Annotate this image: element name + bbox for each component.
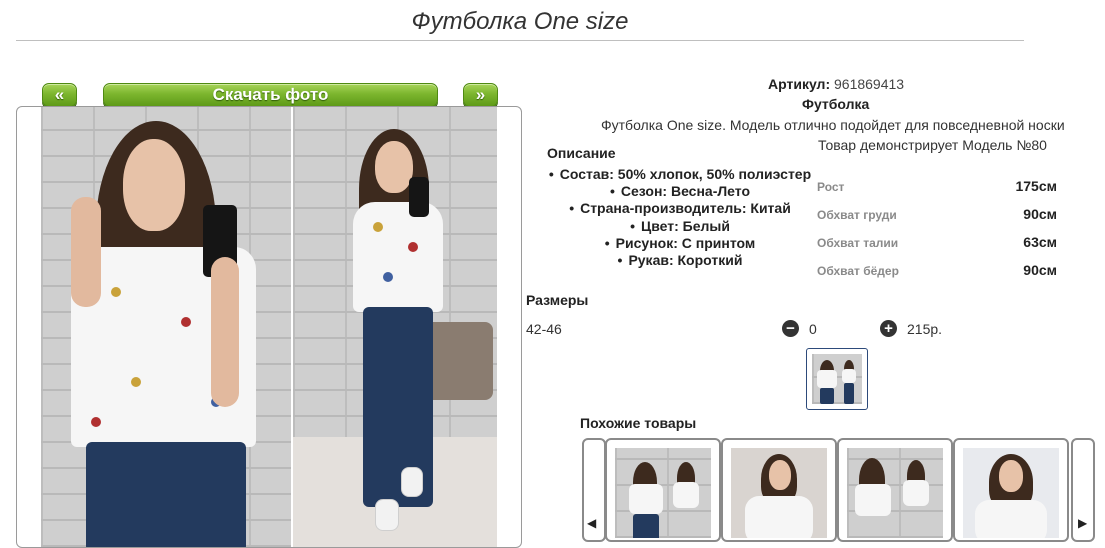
feature-item: Страна-производитель: Китай	[540, 200, 820, 217]
skip-forward-icon: ▶	[1078, 516, 1088, 530]
feature-item: Цвет: Белый	[540, 218, 820, 235]
page-title: Футболка One size	[411, 8, 629, 35]
measurement-value: 175см	[1015, 178, 1057, 194]
download-photo-button[interactable]: Скачать фото	[103, 83, 438, 107]
measurement-row: Обхват бёдер 90см	[817, 260, 1057, 288]
measurement-row: Обхват груди 90см	[817, 204, 1057, 232]
measurement-value: 63см	[1023, 234, 1057, 250]
measurement-label: Обхват бёдер	[817, 264, 899, 278]
feature-item: Сезон: Весна-Лето	[540, 183, 820, 200]
similar-product-card[interactable]	[837, 438, 953, 542]
skip-back-icon: ◀	[587, 516, 597, 530]
similar-products-heading: Похожие товары	[580, 415, 697, 431]
measurement-value: 90см	[1023, 262, 1057, 278]
product-description: Футболка One size. Модель отлично подойд…	[601, 117, 1065, 133]
feature-item: Состав: 50% хлопок, 50% полиэстер	[540, 166, 820, 183]
article-label: Артикул:	[768, 76, 831, 92]
description-heading: Описание	[547, 145, 616, 161]
similar-product-card[interactable]	[605, 438, 721, 542]
plus-circle-icon[interactable]: +	[880, 320, 897, 337]
feature-list: Состав: 50% хлопок, 50% полиэстер Сезон:…	[540, 166, 820, 269]
product-photo-full[interactable]	[293, 107, 497, 547]
measurement-row: Обхват талии 63см	[817, 232, 1057, 260]
sizes-heading: Размеры	[526, 292, 589, 308]
similar-product-card[interactable]	[953, 438, 1069, 542]
product-photo-frame	[16, 106, 522, 548]
model-note: Товар демонстрирует Модель №80	[818, 137, 1047, 153]
product-name: Футболка	[802, 96, 870, 112]
title-divider	[16, 40, 1024, 41]
feature-item: Рукав: Короткий	[540, 252, 820, 269]
minus-circle-icon[interactable]: −	[782, 320, 799, 337]
price-value: 215р.	[907, 321, 943, 337]
article-value: 961869413	[834, 76, 905, 92]
carousel-prev-button[interactable]: ◀	[582, 438, 606, 542]
gallery-next-button[interactable]: »	[463, 83, 498, 107]
photo-thumbnail[interactable]	[806, 348, 868, 410]
gallery-prev-button[interactable]: «	[42, 83, 77, 107]
measurement-label: Обхват талии	[817, 236, 899, 250]
similar-product-card[interactable]	[721, 438, 837, 542]
feature-item: Рисунок: С принтом	[540, 235, 820, 252]
model-measurements: Рост 175см Обхват груди 90см Обхват тали…	[817, 176, 1057, 288]
article-line: Артикул: 961869413	[768, 76, 904, 92]
measurement-label: Рост	[817, 180, 845, 194]
quantity-value: 0	[809, 321, 817, 337]
carousel-next-button[interactable]: ▶	[1071, 438, 1095, 542]
measurement-row: Рост 175см	[817, 176, 1057, 204]
product-photo-closeup[interactable]	[41, 107, 291, 547]
size-range: 42-46	[526, 321, 562, 337]
measurement-label: Обхват груди	[817, 208, 897, 222]
measurement-value: 90см	[1023, 206, 1057, 222]
